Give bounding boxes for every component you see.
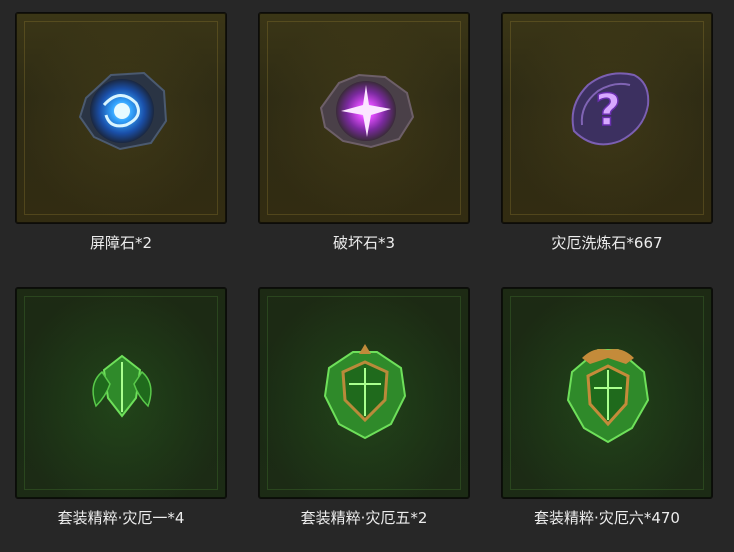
item-slot[interactable] (15, 12, 227, 224)
item-label: 屏障石*2 (89, 234, 153, 252)
green-essence-tier5-icon (323, 344, 407, 440)
item-cell[interactable]: 破坏石*3 (258, 12, 470, 252)
item-cell[interactable]: 套装精粹·灾厄一*4 (15, 287, 227, 527)
green-essence-tier6-icon (566, 349, 650, 444)
item-slot[interactable]: ? (501, 12, 713, 224)
item-grid: 屏障石*2 破坏石*3 ? 灾厄洗炼石*667 套装精粹·灾厄一*4 套装精粹·… (0, 0, 734, 552)
item-slot[interactable] (258, 12, 470, 224)
purple-destruction-stone-icon (319, 73, 415, 149)
item-slot[interactable] (258, 287, 470, 499)
svg-text:?: ? (595, 85, 621, 136)
item-cell[interactable]: 套装精粹·灾厄五*2 (258, 287, 470, 527)
blue-barrier-stone-icon (78, 71, 168, 151)
purple-question-stone-icon: ? (571, 72, 650, 146)
item-label: 灾厄洗炼石*667 (551, 234, 663, 252)
item-cell[interactable]: 套装精粹·灾厄六*470 (501, 287, 713, 527)
item-slot[interactable] (501, 287, 713, 499)
item-label: 套装精粹·灾厄六*470 (534, 509, 680, 527)
item-cell[interactable]: ? 灾厄洗炼石*667 (501, 12, 713, 252)
item-label: 套装精粹·灾厄一*4 (57, 509, 185, 527)
item-cell[interactable]: 屏障石*2 (15, 12, 227, 252)
item-label: 破坏石*3 (332, 234, 396, 252)
item-slot[interactable] (15, 287, 227, 499)
green-essence-tier1-icon (92, 354, 152, 418)
item-label: 套装精粹·灾厄五*2 (300, 509, 428, 527)
